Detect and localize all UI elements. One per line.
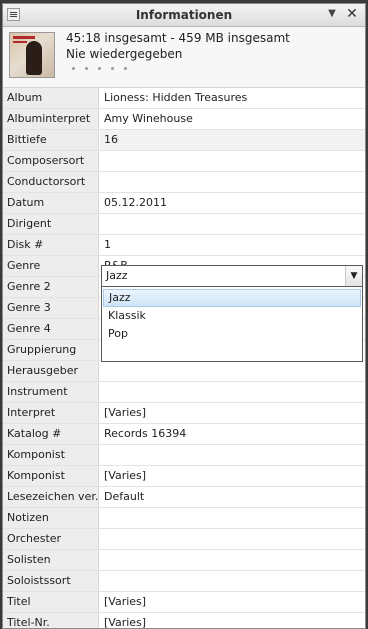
property-row[interactable]: Composersort: [3, 151, 365, 172]
property-value[interactable]: [100, 151, 365, 171]
property-label: Interpret: [3, 403, 99, 423]
property-label: Gruppierung: [3, 340, 99, 360]
property-label: Komponist: [3, 466, 99, 486]
property-value[interactable]: 1: [100, 235, 365, 255]
genre2-combobox-value: Jazz: [106, 269, 128, 282]
dropdown-option-klassik[interactable]: Klassik: [103, 307, 361, 325]
property-row[interactable]: Solisten: [3, 550, 365, 571]
property-value[interactable]: Lioness: Hidden Treasures: [100, 88, 365, 108]
property-value[interactable]: [Varies]: [100, 466, 365, 486]
property-row[interactable]: Titel-Nr. [Varies]: [3, 613, 365, 628]
collapse-icon[interactable]: ▼: [325, 7, 339, 21]
property-label: Instrument: [3, 382, 99, 402]
property-value[interactable]: Default: [100, 487, 365, 507]
property-row[interactable]: Albuminterpret Amy Winehouse: [3, 109, 365, 130]
panel-title: Informationen: [135, 8, 233, 22]
property-label: Titel-Nr.: [3, 613, 99, 628]
star-icon[interactable]: [85, 67, 88, 70]
dropdown-option-pop[interactable]: Pop: [103, 325, 361, 343]
property-label: Genre 2: [3, 277, 99, 297]
property-row[interactable]: Notizen: [3, 508, 365, 529]
genre2-dropdown-list: Jazz Klassik Pop: [101, 287, 363, 362]
property-value[interactable]: [Varies]: [100, 592, 365, 612]
property-row[interactable]: Titel [Varies]: [3, 592, 365, 613]
close-icon[interactable]: ✕: [345, 6, 359, 22]
property-value[interactable]: [100, 382, 365, 402]
star-icon[interactable]: [111, 67, 114, 70]
summary-section: 45:18 insgesamt - 459 MB insgesamt Nie w…: [3, 27, 365, 88]
property-row[interactable]: Dirigent: [3, 214, 365, 235]
property-row[interactable]: Komponist [Varies]: [3, 466, 365, 487]
property-label: Album: [3, 88, 99, 108]
property-label: Katalog #: [3, 424, 99, 444]
property-row[interactable]: Herausgeber: [3, 361, 365, 382]
chevron-down-icon[interactable]: ▼: [345, 266, 362, 286]
property-row[interactable]: Conductorsort: [3, 172, 365, 193]
property-label: Disk #: [3, 235, 99, 255]
property-value[interactable]: [Varies]: [100, 403, 365, 423]
property-value[interactable]: 16: [100, 130, 365, 150]
property-row[interactable]: Disk #1: [3, 235, 365, 256]
property-row[interactable]: Bittiefe 16: [3, 130, 365, 151]
property-value[interactable]: [100, 550, 365, 570]
property-row[interactable]: Datum 05.12.2011: [3, 193, 365, 214]
star-icon[interactable]: [98, 67, 101, 70]
property-value[interactable]: [100, 445, 365, 465]
property-row[interactable]: Interpret [Varies]: [3, 403, 365, 424]
property-value[interactable]: [Varies]: [100, 613, 365, 628]
rating-stars[interactable]: [72, 67, 137, 77]
property-label: Bittiefe: [3, 130, 99, 150]
property-value[interactable]: Amy Winehouse: [100, 109, 365, 129]
property-row[interactable]: Katalog # Records 16394: [3, 424, 365, 445]
property-label: Genre: [3, 256, 99, 276]
property-label: Conductorsort: [3, 172, 99, 192]
property-label: Titel: [3, 592, 99, 612]
property-row[interactable]: Komponist: [3, 445, 365, 466]
property-value[interactable]: [100, 508, 365, 528]
info-panel: Informationen ▼ ✕ 45:18 insgesamt - 459 …: [2, 3, 366, 629]
property-value[interactable]: [100, 529, 365, 549]
property-row[interactable]: Orchester: [3, 529, 365, 550]
property-value[interactable]: [100, 172, 365, 192]
property-label: Composersort: [3, 151, 99, 171]
property-label: Genre 4: [3, 319, 99, 339]
property-label: Dirigent: [3, 214, 99, 234]
property-label: Lesezeichen ver...: [3, 487, 99, 507]
property-label: Komponist: [3, 445, 99, 465]
property-label: Notizen: [3, 508, 99, 528]
property-value[interactable]: 05.12.2011: [100, 193, 365, 213]
property-label: Genre 3: [3, 298, 99, 318]
property-row[interactable]: Album Lioness: Hidden Treasures: [3, 88, 365, 109]
property-value[interactable]: [100, 214, 365, 234]
summary-play-count: Nie wiedergegeben: [66, 47, 183, 61]
summary-duration-size: 45:18 insgesamt - 459 MB insgesamt: [66, 31, 290, 45]
genre2-combobox[interactable]: Jazz ▼: [101, 265, 363, 287]
property-label: Albuminterpret: [3, 109, 99, 129]
property-value[interactable]: Records 16394: [100, 424, 365, 444]
star-icon[interactable]: [124, 67, 127, 70]
property-label: Datum: [3, 193, 99, 213]
property-label: Soloistssort: [3, 571, 99, 591]
property-value[interactable]: [100, 571, 365, 591]
property-row[interactable]: Soloistssort: [3, 571, 365, 592]
property-label: Solisten: [3, 550, 99, 570]
album-cover: [9, 32, 55, 78]
dropdown-option-jazz[interactable]: Jazz: [103, 289, 361, 307]
title-bar: Informationen ▼ ✕: [3, 4, 365, 27]
property-value[interactable]: [100, 361, 365, 381]
star-icon[interactable]: [72, 67, 75, 70]
property-row[interactable]: Lesezeichen ver... Default: [3, 487, 365, 508]
property-label: Herausgeber: [3, 361, 99, 381]
property-row[interactable]: Instrument: [3, 382, 365, 403]
property-label: Orchester: [3, 529, 99, 549]
